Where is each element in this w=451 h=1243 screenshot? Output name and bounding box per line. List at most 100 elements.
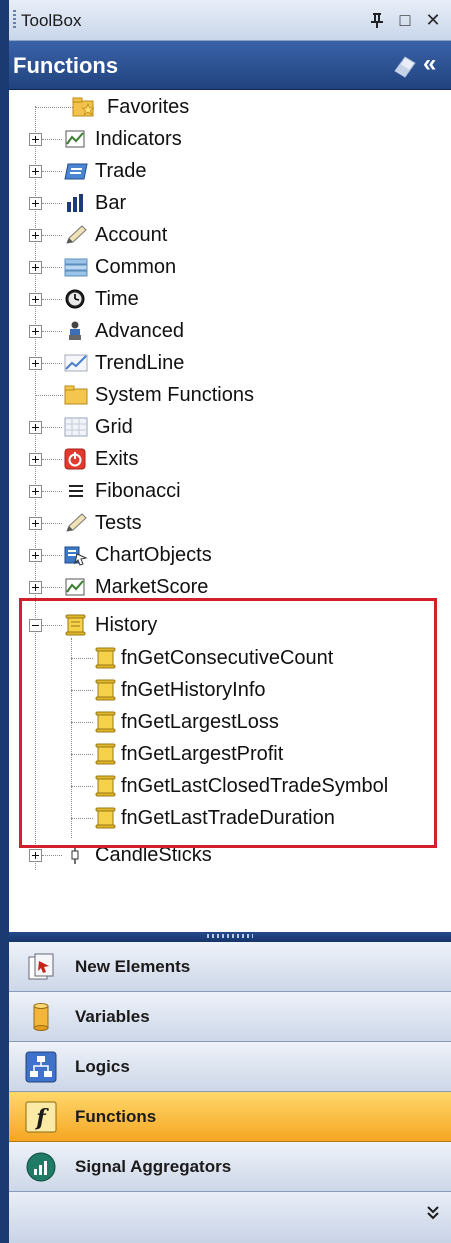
tree-item-fngetconsecutivecount[interactable]: fnGetConsecutiveCount	[9, 643, 449, 673]
expand-toggle[interactable]	[29, 421, 42, 434]
clock-icon	[65, 289, 85, 309]
tree-item-label: System Functions	[95, 384, 254, 406]
toolbox-title-bar: ToolBox □ ✕	[9, 0, 451, 41]
bar-chart-icon	[67, 194, 83, 212]
tree-item-indicators[interactable]: Indicators	[9, 124, 449, 154]
advanced-figure-icon	[69, 321, 81, 340]
expand-toggle[interactable]	[29, 197, 42, 210]
pencil-icon	[66, 513, 87, 532]
tree-item-label: fnGetHistoryInfo	[121, 679, 266, 701]
tree-item-label: Indicators	[95, 128, 182, 150]
tree-item-label: Favorites	[107, 96, 190, 118]
expand-toggle[interactable]	[29, 517, 42, 530]
toolbox-panel: ToolBox □ ✕ Functions « Favorites Indica…	[9, 0, 451, 1243]
tree-item-label: TrendLine	[95, 352, 185, 374]
tree-item-label: fnGetConsecutiveCount	[121, 647, 334, 669]
panel-splitter[interactable]	[9, 932, 451, 942]
tree-item-label: Bar	[95, 192, 127, 214]
expand-toggle[interactable]	[29, 165, 42, 178]
nav-button-label: New Elements	[75, 957, 191, 976]
nav-button-signal-aggregators[interactable]: Signal Aggregators	[9, 1142, 451, 1192]
expand-toggle[interactable]	[29, 581, 42, 594]
tree-item-label: CandleSticks	[95, 844, 212, 866]
toolbox-title: ToolBox	[21, 11, 82, 30]
tree-item-label: History	[95, 614, 158, 636]
expand-toggle[interactable]	[29, 133, 42, 146]
tree-item-fngetlargestprofit[interactable]: fnGetLargestProfit	[9, 739, 449, 769]
tree-item-label: Exits	[95, 448, 139, 470]
tree-item-fngetlastclosedtradesymbol[interactable]: fnGetLastClosedTradeSymbol	[9, 771, 449, 801]
tree-item-time[interactable]: Time	[9, 284, 449, 314]
nav-button-functions[interactable]: f Functions	[9, 1092, 451, 1142]
tree-item-chartobjects[interactable]: ChartObjects	[9, 540, 449, 570]
collapse-toggle[interactable]	[29, 619, 42, 632]
expand-toggle[interactable]	[29, 229, 42, 242]
indicator-chart-icon	[65, 130, 85, 148]
close-button[interactable]: ✕	[421, 6, 445, 34]
tree-item-tests[interactable]: Tests	[9, 508, 449, 538]
scroll-icon	[95, 775, 116, 797]
collapse-panel-button[interactable]: «	[423, 49, 436, 79]
expand-toggle[interactable]	[29, 325, 42, 338]
tree-item-fngetlasttradeduration[interactable]: fnGetLastTradeDuration	[9, 803, 449, 833]
tree-item-grid[interactable]: Grid	[9, 412, 449, 442]
tree-item-marketscore[interactable]: MarketScore	[9, 572, 449, 602]
tree-item-bar[interactable]: Bar	[9, 188, 449, 218]
nav-button-label: Variables	[75, 1007, 150, 1026]
folder-icon	[64, 385, 88, 405]
indicator-chart-icon	[65, 578, 85, 596]
pin-button[interactable]	[365, 6, 389, 34]
tree-item-fibonacci[interactable]: Fibonacci	[9, 476, 449, 506]
tree-item-label: fnGetLargestProfit	[121, 743, 284, 765]
tree-item-label: Common	[95, 256, 177, 278]
tree-item-exits[interactable]: Exits	[9, 444, 449, 474]
tree-item-fngetlargestloss[interactable]: fnGetLargestLoss	[9, 707, 449, 737]
tree-item-label: Time	[95, 288, 139, 310]
maximize-icon: □	[399, 10, 411, 30]
functions-title: Functions	[13, 53, 119, 78]
tree-item-history[interactable]: History	[9, 610, 449, 640]
tree-item-label: fnGetLastTradeDuration	[121, 807, 335, 829]
expand-toggle[interactable]	[29, 485, 42, 498]
tree-item-account[interactable]: Account	[9, 220, 449, 250]
tree-item-favorites[interactable]: Favorites	[9, 92, 449, 122]
eraser-icon[interactable]	[391, 51, 419, 79]
candlestick-icon	[71, 846, 79, 864]
expand-toggle[interactable]	[29, 293, 42, 306]
tree-item-label: fnGetLastClosedTradeSymbol	[121, 775, 389, 797]
tree-item-advanced[interactable]: Advanced	[9, 316, 449, 346]
new-elements-icon	[28, 953, 54, 980]
tree-item-label: Advanced	[95, 320, 184, 342]
tree-item-label: Account	[95, 224, 168, 246]
signal-aggregator-icon	[26, 1152, 56, 1182]
tree-item-trade[interactable]: Trade	[9, 156, 449, 186]
tree-item-candlesticks[interactable]: CandleSticks	[9, 840, 449, 870]
function-f-icon: f	[25, 1101, 57, 1133]
nav-button-new-elements[interactable]: New Elements	[9, 942, 451, 992]
tree-item-fngethistoryinfo[interactable]: fnGetHistoryInfo	[9, 675, 449, 705]
expand-toggle[interactable]	[29, 453, 42, 466]
scroll-icon	[95, 711, 116, 733]
expand-toggle[interactable]	[29, 261, 42, 274]
nav-button-label: Signal Aggregators	[75, 1157, 232, 1176]
tree-item-system-functions[interactable]: System Functions	[9, 380, 449, 410]
tree-item-trendline[interactable]: TrendLine	[9, 348, 449, 378]
nav-button-label: Functions	[75, 1107, 157, 1126]
expand-toggle[interactable]	[29, 357, 42, 370]
tree-item-label: fnGetLargestLoss	[121, 711, 279, 733]
expand-toggle[interactable]	[29, 849, 42, 862]
drag-grip-icon[interactable]	[13, 10, 16, 30]
scroll-icon	[65, 614, 86, 636]
tree-item-label: Grid	[95, 416, 133, 438]
nav-button-variables[interactable]: Variables	[9, 992, 451, 1042]
scroll-icon	[95, 743, 116, 765]
tree-item-common[interactable]: Common	[9, 252, 449, 282]
scroll-icon	[95, 807, 116, 829]
expand-toggle[interactable]	[29, 549, 42, 562]
trade-window-icon	[64, 163, 88, 180]
nav-button-logics[interactable]: Logics	[9, 1042, 451, 1092]
logics-hierarchy-icon	[25, 1051, 57, 1083]
more-buttons-chevron-icon[interactable]	[425, 1204, 441, 1232]
maximize-button[interactable]: □	[393, 6, 417, 34]
exit-power-icon	[64, 448, 86, 470]
